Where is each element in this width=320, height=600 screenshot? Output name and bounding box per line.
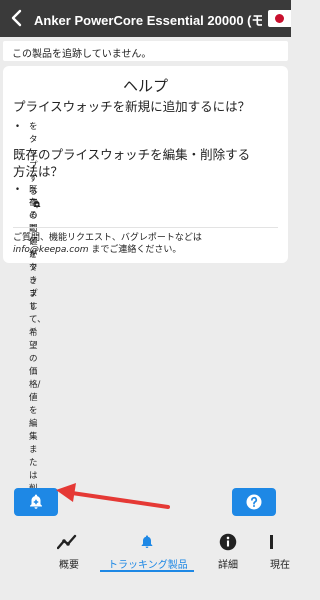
help-question-add: プライスウォッチを新規に追加するには？ [13,99,251,114]
tab-current-label: 現在 [270,560,290,571]
trend-icon [57,534,77,550]
bell-plus-icon [30,494,42,509]
info-icon [219,533,237,551]
tab-details-label: 詳細 [218,560,238,571]
add-price-watch-button[interactable] [14,488,58,516]
help-title: ヘルプ [122,77,168,95]
contact-suffix: までご連絡ください。 [88,245,182,255]
back-chevron-icon[interactable] [6,7,28,29]
question-circle-icon [246,494,262,510]
help-question-edit-line2: 方法は？ [13,164,64,179]
bell-icon [141,535,153,548]
tab-overview[interactable]: 概要 [46,527,90,600]
tab-details[interactable]: 詳細 [210,527,250,600]
tracking-status-text: この製品を追跡していません。 [12,49,152,60]
tab-current[interactable]: 現在 [266,527,291,600]
help-contact: ご質問、機能リクエスト、バグレポートなどは info@keepa.com までご… [13,232,283,256]
active-tab-indicator [100,570,194,572]
help-divider [13,227,278,228]
list-icon [270,535,273,549]
product-title: Anker PowerCore Essential 20000 (モバイルバッテ… [34,13,262,28]
help-button[interactable] [232,488,276,516]
tab-tracking[interactable]: トラッキング製品 [100,527,194,600]
tab-overview-label: 概要 [59,560,79,571]
tracking-status-notice: この製品を追跡していません。 [3,41,288,61]
contact-email-link[interactable]: info@keepa.com [13,245,88,255]
japan-flag-icon[interactable] [268,10,291,27]
help-card: ヘルプ プライスウォッチを新規に追加するには？ • をタップする 既存のプライス… [3,66,288,507]
tab-tracking-label: トラッキング製品 [108,560,188,571]
contact-line1: ご質問、機能リクエスト、バグレポートなどは [13,233,202,243]
help-question-edit-line1: 既存のプライスウォッチを編集・削除する [13,147,251,162]
bottom-tab-bar: 概要 トラッキング製品 詳細 現在 [0,527,291,600]
app-header: Anker PowerCore Essential 20000 (モバイルバッテ… [0,0,291,37]
annotation-arrow-icon [56,483,170,509]
